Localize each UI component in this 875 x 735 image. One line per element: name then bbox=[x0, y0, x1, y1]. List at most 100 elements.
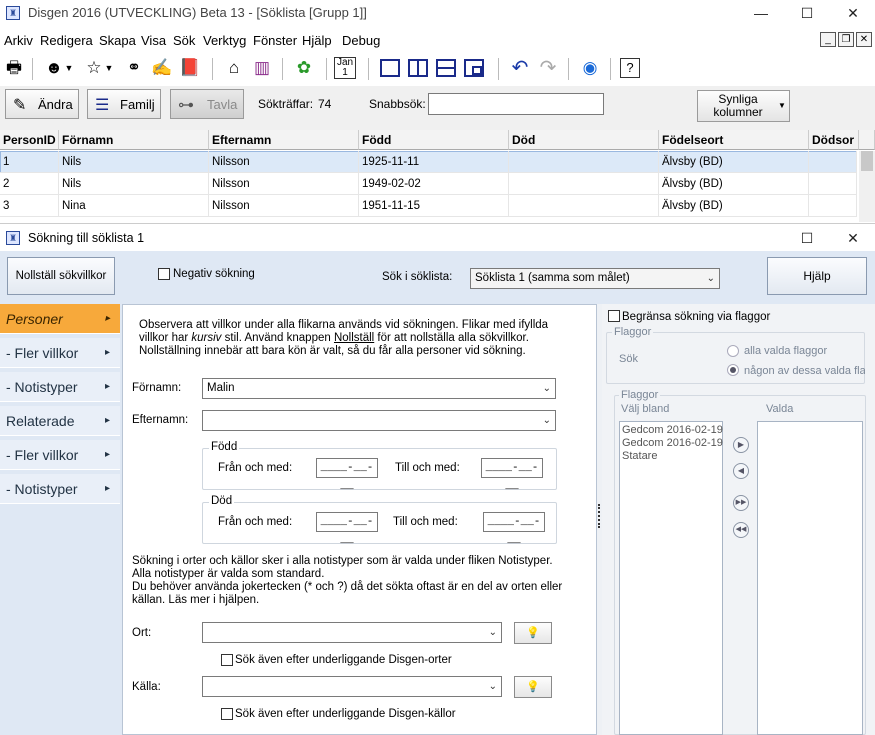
mdi-restore-icon[interactable]: ❐ bbox=[838, 32, 854, 47]
table-cell[interactable]: Älvsby (BD) bbox=[659, 195, 809, 217]
tab-relaterade-fler-villkor[interactable]: - Fler villkor ▸ bbox=[0, 440, 120, 470]
tab-fler-villkor[interactable]: - Fler villkor ▸ bbox=[0, 338, 120, 368]
fodd-till-input[interactable]: ____-__-__ bbox=[481, 458, 543, 492]
book-icon[interactable]: 📕 bbox=[178, 56, 202, 80]
menu-redigera[interactable]: Redigera bbox=[40, 33, 93, 48]
nollstall-sokvillkor-button[interactable]: Nollställ sökvillkor bbox=[7, 257, 115, 295]
column-header-fodelseort[interactable]: Födelseort bbox=[659, 130, 809, 150]
binoculars-icon[interactable]: ⚭ bbox=[122, 56, 146, 80]
kalla-underliggande-checkbox[interactable] bbox=[221, 708, 233, 720]
table-cell[interactable]: 1949-02-02 bbox=[359, 173, 509, 195]
notes-icon[interactable]: ✍ bbox=[150, 56, 174, 80]
menu-sok[interactable]: Sök bbox=[173, 33, 195, 48]
close-icon[interactable]: ✕ bbox=[830, 0, 875, 26]
column-header-dod[interactable]: Död bbox=[509, 130, 659, 150]
dod-fran-input[interactable]: ____-__-__ bbox=[316, 512, 378, 546]
mdi-close-icon[interactable]: ✕ bbox=[856, 32, 872, 47]
mdi-minimize-icon[interactable]: _ bbox=[820, 32, 836, 47]
menu-verktyg[interactable]: Verktyg bbox=[203, 33, 246, 48]
layout-cascade-icon[interactable] bbox=[464, 59, 484, 77]
print-icon[interactable]: 🖶 bbox=[2, 56, 26, 80]
table-cell[interactable] bbox=[509, 195, 659, 217]
menu-debug[interactable]: Debug bbox=[342, 33, 380, 48]
valj-bland-list[interactable]: Gedcom 2016-02-19 Gedcom 2016-02-19 Stat… bbox=[619, 421, 723, 735]
scrollbar-thumb[interactable] bbox=[861, 151, 873, 171]
synliga-kolumner-button[interactable]: Synliga kolumner ▼ bbox=[697, 90, 790, 122]
alla-valda-radio[interactable] bbox=[727, 345, 739, 357]
maximize-icon[interactable]: ☐ bbox=[784, 0, 830, 26]
ort-lookup-button[interactable]: 💡 bbox=[514, 622, 552, 644]
list-item[interactable]: Statare bbox=[622, 450, 657, 462]
table-cell[interactable]: Älvsby (BD) bbox=[659, 173, 809, 195]
table-cell[interactable] bbox=[509, 173, 659, 195]
efternamn-input[interactable]: ⌄ bbox=[202, 410, 556, 431]
list-item[interactable]: Gedcom 2016-02-19 bbox=[622, 437, 723, 449]
negativ-sokning-checkbox[interactable] bbox=[158, 268, 170, 280]
table-cell[interactable] bbox=[809, 173, 857, 195]
table-cell[interactable]: 1951-11-15 bbox=[359, 195, 509, 217]
andra-button[interactable]: ✎ Ändra bbox=[5, 89, 79, 119]
ort-underliggande-checkbox[interactable] bbox=[221, 654, 233, 666]
undo-icon[interactable]: ↶ bbox=[508, 56, 532, 80]
sok-i-soklista-select[interactable]: Söklista 1 (samma som målet) ⌄ bbox=[470, 268, 720, 289]
menu-fonster[interactable]: Fönster bbox=[253, 33, 297, 48]
person-icon[interactable]: ☻ bbox=[42, 56, 66, 80]
tab-notistyper[interactable]: - Notistyper ▸ bbox=[0, 372, 120, 402]
redo-icon[interactable]: ↷ bbox=[536, 56, 560, 80]
table-cell[interactable]: Nils bbox=[59, 173, 209, 195]
move-left-icon[interactable]: ◀ bbox=[733, 463, 749, 479]
table-cell[interactable]: 2 bbox=[0, 173, 59, 195]
column-header-dodsort[interactable]: Dödsor bbox=[809, 130, 859, 150]
home-icon[interactable]: ⌂ bbox=[222, 56, 246, 80]
scroll-up-icon[interactable] bbox=[859, 130, 875, 150]
column-header-fodd[interactable]: Född bbox=[359, 130, 509, 150]
help-icon[interactable]: ? bbox=[620, 58, 640, 78]
tab-relaterade-notistyper[interactable]: - Notistyper ▸ bbox=[0, 474, 120, 504]
column-header-personid[interactable]: PersonID bbox=[0, 130, 59, 150]
hjalp-button[interactable]: Hjälp bbox=[767, 257, 867, 295]
table-cell[interactable]: 3 bbox=[0, 195, 59, 217]
calendar-icon[interactable]: Jan 1 bbox=[334, 57, 356, 79]
menu-hjalp[interactable]: Hjälp bbox=[302, 33, 332, 48]
books-icon[interactable]: ▥ bbox=[250, 56, 274, 80]
tab-personer[interactable]: Personer ▸ bbox=[0, 304, 120, 334]
kalla-lookup-button[interactable]: 💡 bbox=[514, 676, 552, 698]
snabbsok-input[interactable] bbox=[428, 93, 604, 115]
tavla-button[interactable]: ⊶ Tavla bbox=[170, 89, 244, 119]
layout-single-icon[interactable] bbox=[380, 59, 400, 77]
menu-arkiv[interactable]: Arkiv bbox=[4, 33, 33, 48]
chevron-down-icon[interactable]: ▼ bbox=[64, 56, 74, 80]
move-right-icon[interactable]: ▶ bbox=[733, 437, 749, 453]
table-cell[interactable]: Nina bbox=[59, 195, 209, 217]
table-cell[interactable] bbox=[809, 195, 857, 217]
layout-vertical-icon[interactable] bbox=[408, 59, 428, 77]
fodd-fran-input[interactable]: ____-__-__ bbox=[316, 458, 378, 492]
globe-icon[interactable]: ◉ bbox=[578, 56, 602, 80]
begransa-flaggor-checkbox[interactable] bbox=[608, 310, 620, 322]
dialog-close-icon[interactable]: ✕ bbox=[830, 225, 875, 251]
menu-skapa[interactable]: Skapa bbox=[99, 33, 136, 48]
map-icon[interactable]: ✿ bbox=[292, 56, 316, 80]
familj-button[interactable]: ☰ Familj bbox=[87, 89, 161, 119]
star-person-icon[interactable]: ☆ bbox=[82, 56, 106, 80]
column-header-efternamn[interactable]: Efternamn bbox=[209, 130, 359, 150]
column-header-fornamn[interactable]: Förnamn bbox=[59, 130, 209, 150]
vertical-scrollbar[interactable] bbox=[859, 151, 875, 222]
table-cell[interactable]: Nilsson bbox=[209, 195, 359, 217]
ort-input[interactable]: ⌄ bbox=[202, 622, 502, 643]
nagon-av-radio[interactable] bbox=[727, 364, 739, 376]
chevron-down-icon[interactable]: ▼ bbox=[104, 56, 114, 80]
dialog-maximize-icon[interactable]: ☐ bbox=[784, 225, 830, 251]
menu-visa[interactable]: Visa bbox=[141, 33, 166, 48]
layout-horizontal-icon[interactable] bbox=[436, 59, 456, 77]
dod-till-input[interactable]: ____-__-__ bbox=[483, 512, 545, 546]
move-all-left-icon[interactable]: ◀◀ bbox=[733, 522, 749, 538]
valda-list[interactable] bbox=[757, 421, 863, 735]
minimize-icon[interactable]: — bbox=[738, 0, 784, 26]
tab-relaterade[interactable]: Relaterade ▸ bbox=[0, 406, 120, 436]
list-item[interactable]: Gedcom 2016-02-19 bbox=[622, 424, 723, 436]
table-cell[interactable]: Nilsson bbox=[209, 173, 359, 195]
kalla-input[interactable]: ⌄ bbox=[202, 676, 502, 697]
fornamn-input[interactable]: Malin ⌄ bbox=[202, 378, 556, 399]
move-all-right-icon[interactable]: ▶▶ bbox=[733, 495, 749, 511]
